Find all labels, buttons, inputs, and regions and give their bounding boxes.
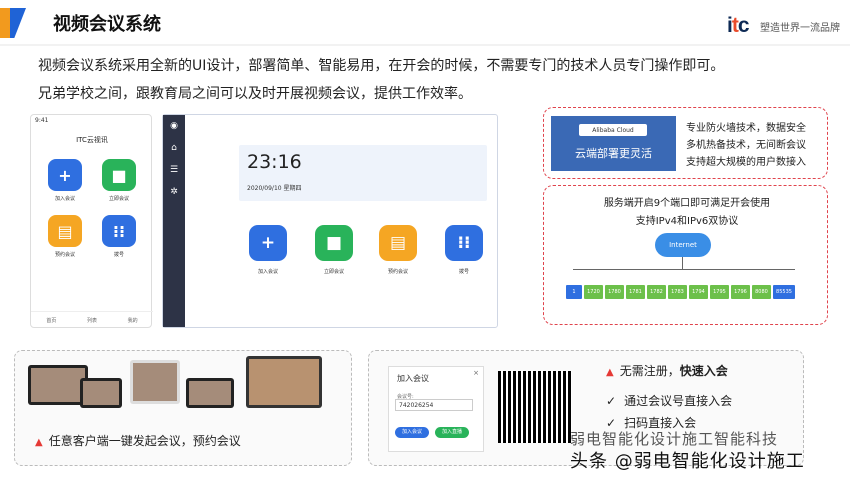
phone-dial-tile[interactable]: ⁝⁝ — [102, 215, 136, 247]
dialpad-icon: ⁝⁝ — [457, 233, 471, 253]
plus-icon: + — [58, 165, 72, 185]
port-1795: 1795 — [710, 285, 729, 299]
desktop-dial-tile[interactable]: ⁝⁝ — [445, 225, 483, 261]
port-1783: 1783 — [668, 285, 687, 299]
phone-schedule-tile[interactable]: ▤ — [48, 215, 82, 247]
port-1796: 1796 — [731, 285, 750, 299]
phone-mockup: 9:41 ITC云视讯 + 加入会议 ■ 立即会议 ▤ 预约会议 ⁝⁝ 拨号 首… — [30, 114, 153, 329]
qr-code-image — [498, 371, 572, 443]
list-icon[interactable]: ☰ — [170, 165, 178, 175]
header-accent-stripe — [0, 8, 10, 38]
page-title: 视频会议系统 — [53, 14, 161, 35]
video-icon: ■ — [325, 233, 343, 253]
laptop-device-image — [28, 365, 88, 405]
network-trunk-line — [682, 257, 683, 269]
monitor-device-image — [130, 360, 180, 404]
desktop-schedule-tile[interactable]: ▤ — [379, 225, 417, 261]
port-1781: 1781 — [626, 285, 645, 299]
desktop-mockup: ◉ ⌂ ☰ ✲ 23:16 2020/09/10 星期四 + 加入会议 ■ 立即… — [162, 114, 498, 328]
avatar-icon[interactable]: ◉ — [170, 121, 178, 131]
home-icon[interactable]: ⌂ — [171, 143, 177, 153]
port-85535: 85535 — [773, 285, 795, 299]
header-divider — [0, 44, 850, 46]
check-icon: ✓ — [606, 394, 617, 408]
desktop-meet-label: 立即会议 — [323, 269, 344, 275]
intro-line-2: 兄弟学校之间，跟教育局之间可以及时开展视频会议，提供工作效率。 — [38, 86, 472, 102]
desktop-meet-tile[interactable]: ■ — [315, 225, 353, 261]
join-headline-a: 无需注册， — [619, 364, 680, 378]
desktop-dial-label: 拨号 — [458, 269, 469, 275]
phone-nav-me[interactable]: 我的 — [128, 317, 138, 324]
phone-schedule-label: 预约会议 — [54, 252, 75, 258]
network-line-2: 支持IPv4和IPv6双协议 — [635, 216, 739, 227]
clients-caption: ▲ 任意客户端一键发起会议，预约会议 — [35, 432, 241, 449]
join-live-button[interactable]: 加入直播 — [435, 427, 469, 438]
brand-slogan: 塑造世界一流品牌 — [760, 23, 840, 34]
cloud-caption: 云端部署更灵活 — [575, 147, 652, 160]
cloud-feature-2: 多机热备技术，无间断会议 — [686, 140, 806, 151]
video-icon: ■ — [111, 165, 127, 185]
desktop-clock: 23:16 — [247, 151, 302, 173]
dialog-title: 加入会议 — [397, 374, 429, 383]
intro-line-1: 视频会议系统采用全新的UI设计，部署简单、智能易用，在开会的时候，不需要专门的技… — [38, 58, 725, 74]
desktop-join-label: 加入会议 — [257, 269, 278, 275]
tablet-device-image-2 — [186, 378, 234, 408]
laptop-device-image-2 — [246, 356, 322, 408]
phone-meet-tile[interactable]: ■ — [102, 159, 136, 191]
meeting-id-field[interactable]: 742026254 — [395, 399, 473, 411]
port-1780: 1780 — [605, 285, 624, 299]
port-1794: 1794 — [689, 285, 708, 299]
alibaba-cloud-chip: Alibaba Cloud — [579, 124, 647, 136]
join-meeting-button[interactable]: 加入会议 — [395, 427, 429, 438]
calendar-icon: ▤ — [389, 233, 407, 253]
join-dialog: 加入会议 × 会议号: 742026254 加入会议 加入直播 — [388, 366, 484, 452]
phone-status-time: 9:41 — [35, 117, 49, 124]
desktop-sidebar: ◉ ⌂ ☰ ✲ — [163, 115, 185, 327]
brand-logo: itc — [727, 14, 750, 37]
port-1782: 1782 — [647, 285, 666, 299]
phone-meet-label: 立即会议 — [108, 196, 129, 202]
network-line-1: 服务端开启9个端口即可满足开会使用 — [603, 198, 771, 209]
phone-app-title: ITC云视讯 — [76, 136, 108, 144]
desktop-schedule-label: 预约会议 — [387, 269, 408, 275]
desktop-date: 2020/09/10 星期四 — [247, 185, 302, 192]
cloud-feature-1: 专业防火墙技术，数据安全 — [686, 123, 806, 134]
settings-icon[interactable]: ✲ — [170, 187, 178, 197]
watermark-line-1: 头条 @弱电智能化设计施工 — [570, 451, 805, 472]
close-icon[interactable]: × — [473, 369, 479, 377]
internet-label: Internet — [669, 241, 697, 249]
tablet-device-image — [80, 378, 122, 408]
join-check-1-text: 通过会议号直接入会 — [624, 394, 733, 408]
phone-bottom-nav: 首页 列表 我的 — [31, 311, 153, 329]
phone-dial-label: 拨号 — [113, 252, 124, 258]
calendar-icon: ▤ — [57, 221, 73, 241]
phone-join-tile[interactable]: + — [48, 159, 82, 191]
cloud-feature-3: 支持超大规模的用户数接入 — [686, 157, 806, 168]
port-8080: 8080 — [752, 285, 771, 299]
desktop-join-tile[interactable]: + — [249, 225, 287, 261]
join-headline-b: 快速入会 — [679, 364, 728, 378]
watermark-line-2: 弱电智能化设计施工智能科技 — [570, 430, 779, 448]
dialpad-icon: ⁝⁝ — [112, 221, 126, 241]
phone-join-label: 加入会议 — [54, 196, 75, 202]
port-1720: 1720 — [584, 285, 603, 299]
join-headline: ▲ 无需注册，快速入会 — [606, 362, 728, 379]
plus-icon: + — [260, 233, 276, 253]
port-1: 1 — [566, 285, 582, 299]
join-check-1: ✓ 通过会议号直接入会 — [606, 392, 732, 409]
internet-cloud-icon: Internet — [655, 233, 711, 257]
phone-nav-list[interactable]: 列表 — [87, 317, 97, 324]
triangle-bullet-icon: ▲ — [606, 367, 614, 378]
phone-nav-home[interactable]: 首页 — [46, 317, 56, 324]
network-bus-line — [573, 269, 795, 270]
clients-caption-text: 任意客户端一键发起会议，预约会议 — [48, 434, 241, 448]
triangle-bullet-icon: ▲ — [35, 437, 43, 448]
